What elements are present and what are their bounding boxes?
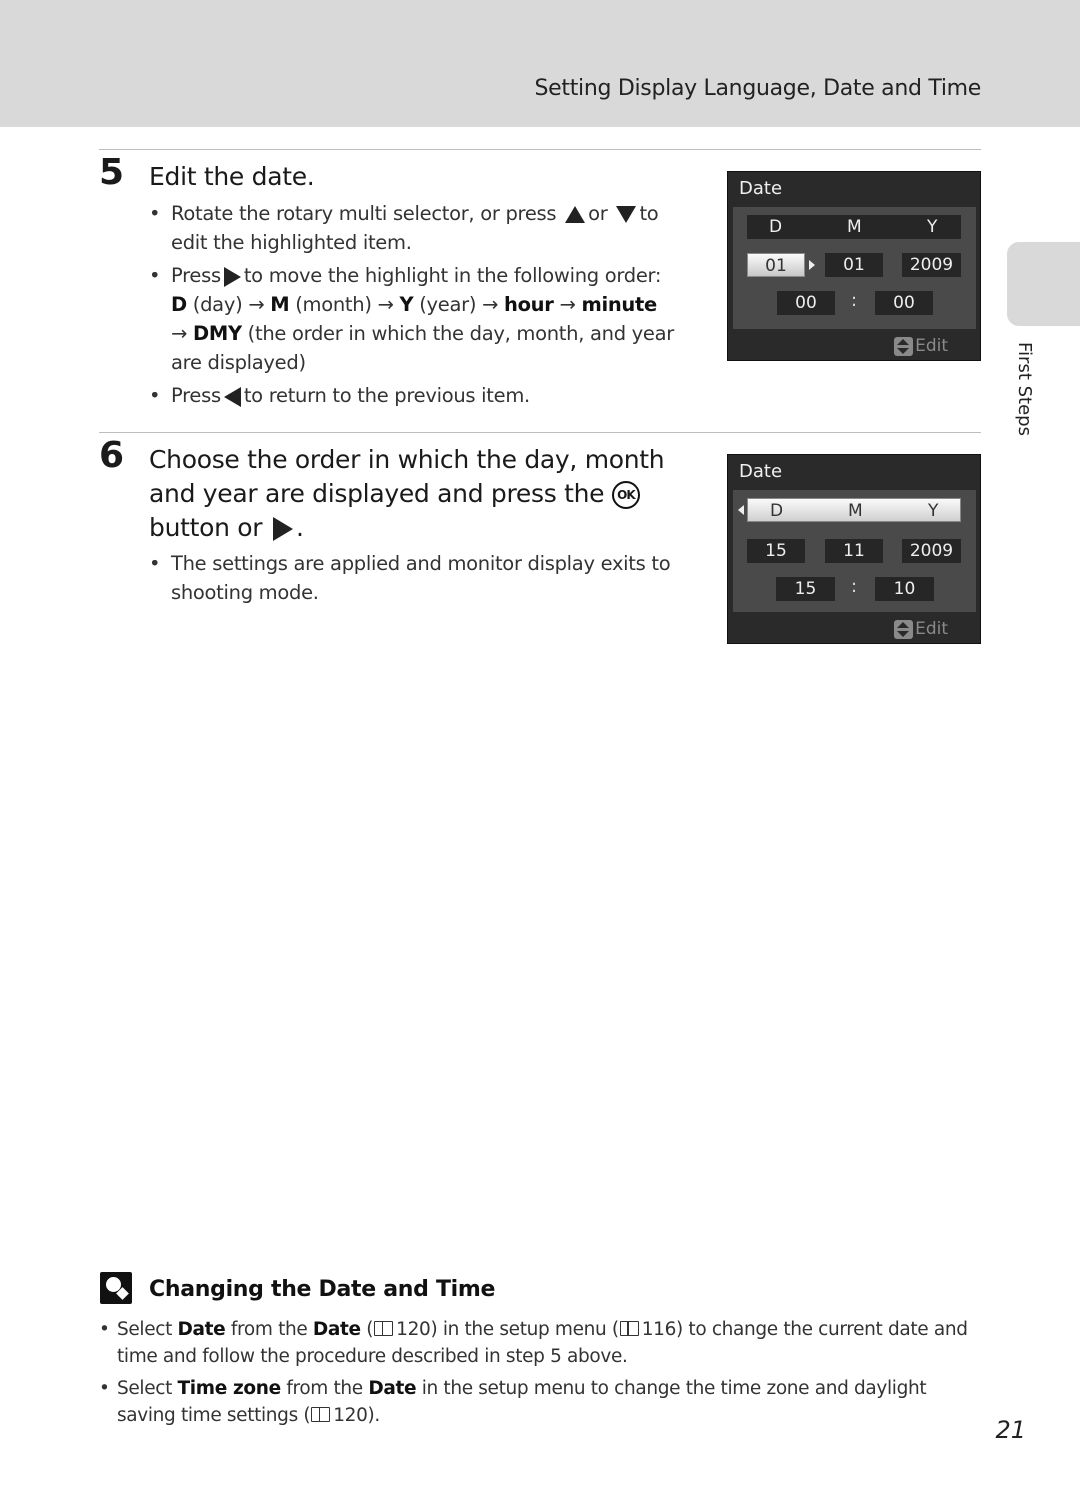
arrow-icon: →: [377, 293, 394, 316]
bullet-item: The settings are applied and monitor dis…: [149, 549, 689, 607]
month-field[interactable]: 01: [825, 253, 883, 277]
edit-hint: Edit: [894, 619, 948, 639]
divider: [99, 432, 981, 433]
tip-bullets: Select Date from the Date (120) in the s…: [99, 1316, 989, 1434]
step5-bullets: Rotate the rotary multi selector, or pre…: [149, 199, 689, 414]
tip-title: Changing the Date and Time: [149, 1277, 496, 1302]
up-arrow-icon: [565, 206, 586, 223]
ok-button-icon: OK: [611, 481, 640, 509]
book-icon: [619, 1321, 639, 1336]
divider: [99, 149, 981, 150]
camera-screen-date-edit: Date D M Y 01 01 2009 00 : 00 Edit: [727, 171, 981, 361]
month-field[interactable]: 11: [825, 539, 883, 563]
left-arrow-icon: [223, 386, 241, 407]
bullet-item: Pressto move the highlight in the follow…: [149, 261, 689, 377]
page-reference[interactable]: 120: [396, 1319, 431, 1340]
bullet-item: Select Date from the Date (120) in the s…: [99, 1316, 989, 1370]
tip-lightbulb-icon: [100, 1272, 132, 1304]
right-arrow-icon: [272, 517, 293, 541]
step-number: 6: [99, 435, 125, 476]
section-title: Setting Display Language, Date and Time: [534, 76, 981, 101]
screen-title: Date: [739, 461, 783, 482]
year-field[interactable]: 2009: [902, 253, 961, 277]
bullet-item: Select Time zone from the Date in the se…: [99, 1375, 989, 1429]
edit-hint: Edit: [894, 336, 948, 356]
chapter-tab: [1007, 242, 1080, 326]
year-field[interactable]: 2009: [902, 539, 961, 563]
up-down-icon: [894, 336, 914, 356]
day-field[interactable]: 15: [747, 539, 805, 563]
arrow-icon: →: [171, 322, 188, 345]
arrow-icon: →: [248, 293, 265, 316]
down-arrow-icon: [616, 206, 637, 223]
right-arrow-icon: [223, 266, 241, 287]
page-number: 21: [995, 1416, 1026, 1444]
step-title: Edit the date.: [149, 162, 315, 191]
hour-field[interactable]: 00: [777, 291, 835, 315]
day-field[interactable]: 01: [747, 253, 805, 277]
arrow-icon: →: [559, 293, 576, 316]
book-icon: [311, 1407, 331, 1422]
page-reference[interactable]: 116: [642, 1319, 677, 1340]
minute-field[interactable]: 00: [875, 291, 933, 315]
dmy-order-bar: D M Y: [747, 215, 961, 239]
minute-field[interactable]: 10: [875, 577, 934, 601]
page-reference[interactable]: 120: [333, 1405, 368, 1426]
up-down-icon: [894, 619, 914, 639]
step6-bullets: The settings are applied and monitor dis…: [149, 549, 689, 611]
dmy-order-bar[interactable]: D M Y: [747, 498, 961, 522]
hour-field[interactable]: 15: [776, 577, 835, 601]
step-title: Choose the order in which the day, month…: [149, 445, 665, 542]
arrow-icon: →: [482, 293, 499, 316]
page-header: Setting Display Language, Date and Time: [0, 0, 1080, 127]
screen-panel: D M Y 01 01 2009 00 : 00: [733, 207, 976, 329]
next-field-icon: [809, 260, 815, 270]
screen-title: Date: [739, 178, 783, 199]
prev-field-icon: [738, 505, 744, 515]
screen-panel: D M Y 15 11 2009 15 : 10: [733, 490, 976, 612]
chapter-label: First Steps: [1014, 342, 1035, 436]
bullet-item: Pressto return to the previous item.: [149, 381, 689, 410]
book-icon: [374, 1321, 394, 1336]
camera-screen-date-order: Date D M Y 15 11 2009 15 : 10 Edit: [727, 454, 981, 644]
bullet-item: Rotate the rotary multi selector, or pre…: [149, 199, 689, 257]
step-number: 5: [99, 152, 125, 193]
